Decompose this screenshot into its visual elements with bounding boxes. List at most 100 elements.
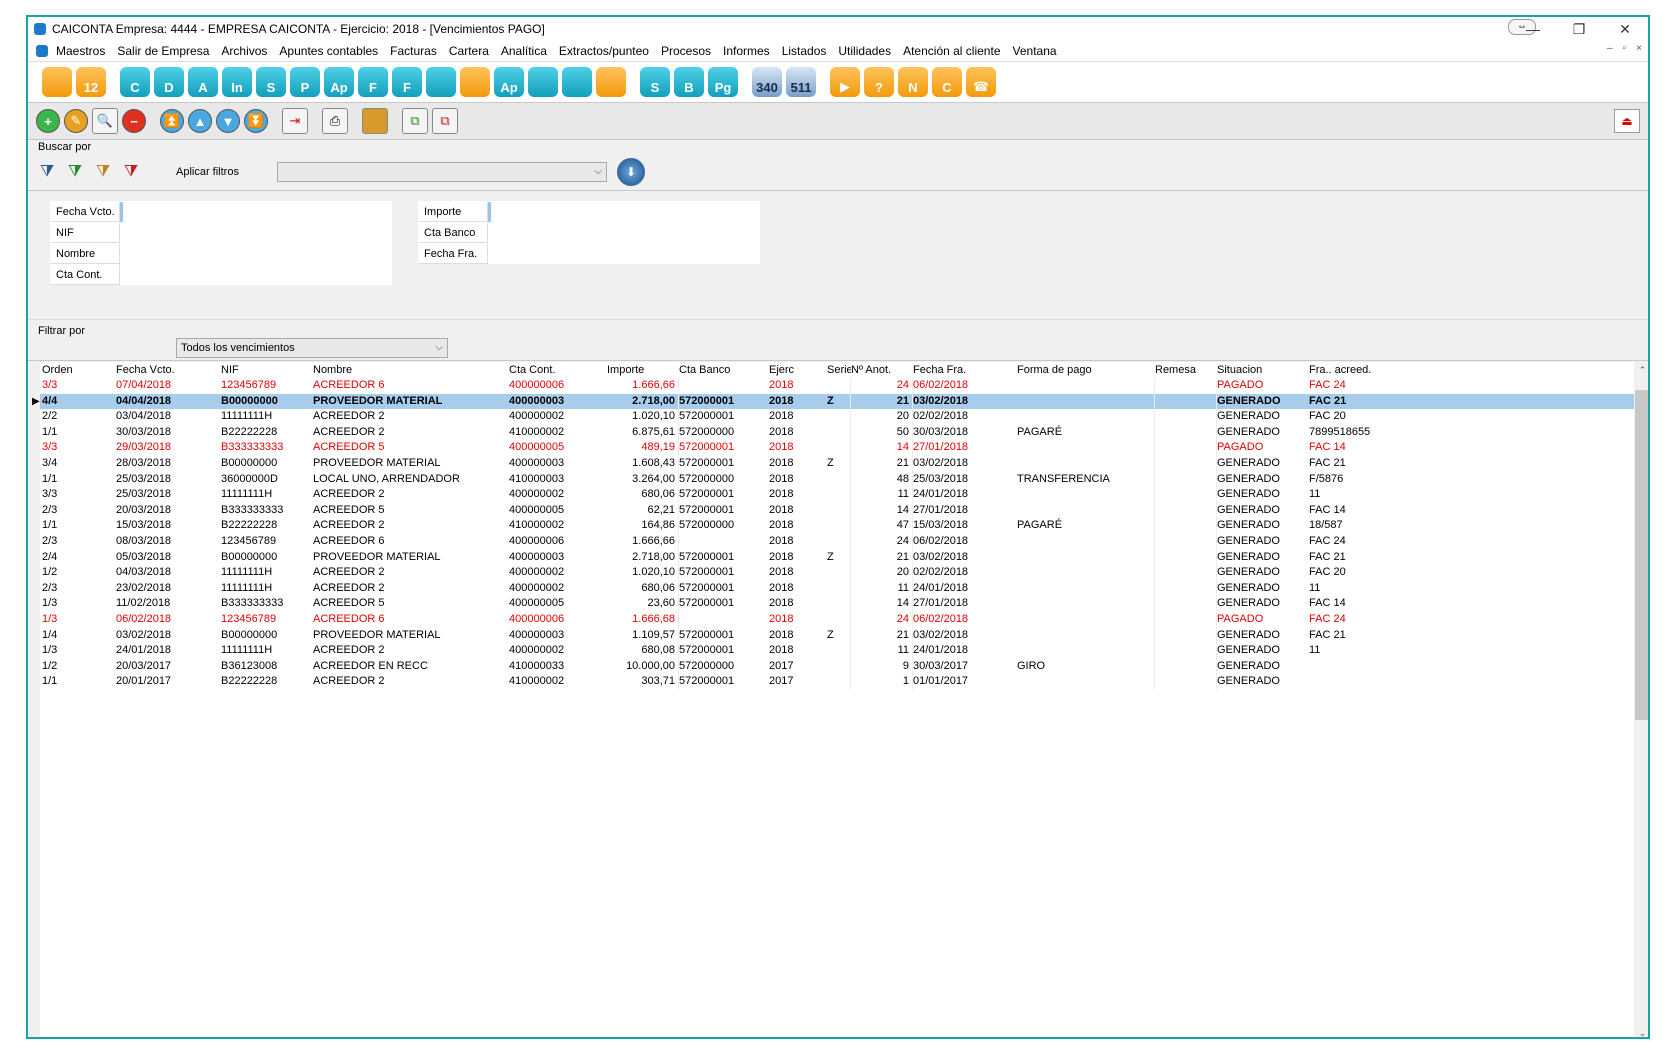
menu-informes[interactable]: Informes xyxy=(723,44,770,58)
table-row[interactable]: 2/4 05/03/2018 B00000000 PROVEEDOR MATERIAL… xyxy=(40,549,1648,566)
menu-analitica[interactable]: Analítica xyxy=(501,44,547,58)
search-field-nif[interactable]: NIF xyxy=(50,222,392,243)
calendar-icon[interactable]: 12 xyxy=(76,67,106,97)
clients-icon[interactable]: C xyxy=(120,67,150,97)
scroll-down-icon[interactable]: ⌄ xyxy=(1634,1025,1648,1037)
model-511-icon[interactable]: 511 xyxy=(786,67,816,97)
menu-cartera[interactable]: Cartera xyxy=(449,44,489,58)
importe-input[interactable] xyxy=(488,201,760,222)
menu-ventana[interactable]: Ventana xyxy=(1013,44,1057,58)
ap2-icon[interactable]: Ap xyxy=(494,67,524,97)
f-icon[interactable]: F xyxy=(358,67,388,97)
copy-remove-icon[interactable]: ⧉ xyxy=(432,108,458,134)
clipboard-icon[interactable] xyxy=(596,67,626,97)
clipboard-icon[interactable] xyxy=(362,108,388,134)
print-icon[interactable]: ⎙ xyxy=(322,108,348,134)
a-icon[interactable]: A xyxy=(188,67,218,97)
table-row[interactable]: 1/3 24/01/2018 11111111H ACREEDOR 2 40000000… xyxy=(40,643,1648,659)
minimize-button[interactable]: — xyxy=(1510,21,1556,37)
table-row[interactable]: 3/3 07/04/2018 123456789 ACREEDOR 6 40000000… xyxy=(40,378,1648,394)
column-header[interactable]: Cta Cont. xyxy=(509,362,607,378)
blank-doc-icon[interactable] xyxy=(42,67,72,97)
b-icon[interactable]: B xyxy=(674,67,704,97)
table-row[interactable]: 1/1 30/03/2018 B22222228 ACREEDOR 2 41000000… xyxy=(40,424,1648,441)
mdi-close-button[interactable]: × xyxy=(1636,43,1642,54)
column-header[interactable]: NIF xyxy=(221,362,313,378)
next-record-icon[interactable]: ▼ xyxy=(216,109,240,133)
dh-icon[interactable] xyxy=(528,67,558,97)
table-row[interactable]: 3/3 25/03/2018 11111111H ACREEDOR 2 40000000… xyxy=(40,487,1648,503)
column-header[interactable]: Cta Banco xyxy=(679,362,769,378)
download-filter-icon[interactable]: ⬇ xyxy=(616,158,645,186)
help-icon[interactable]: ? xyxy=(864,67,894,97)
menu-archivos[interactable]: Archivos xyxy=(221,44,267,58)
first-record-icon[interactable]: ⏫ xyxy=(160,109,184,133)
column-header[interactable]: Serie xyxy=(827,362,851,378)
play-icon[interactable]: ▶ xyxy=(830,67,860,97)
exit-screen-icon[interactable]: ⏏ xyxy=(1614,109,1640,133)
support-icon[interactable]: ☎ xyxy=(966,67,996,97)
fecha-fra-input[interactable] xyxy=(488,244,760,264)
table-row[interactable]: 1/2 20/03/2017 B36123008 ACREEDOR EN RECC 41… xyxy=(40,658,1648,675)
table-row[interactable]: 1/4 03/02/2018 B00000000 PROVEEDOR MATERIAL… xyxy=(40,627,1648,644)
search-field-importe[interactable]: Importe xyxy=(418,201,760,222)
search-field-cta-banco[interactable]: Cta Banco xyxy=(418,222,760,243)
export-icon[interactable]: ⇥ xyxy=(282,108,308,134)
menu-maestros[interactable]: Maestros xyxy=(56,44,105,58)
vertical-scrollbar[interactable]: ⌃ ⌄ xyxy=(1634,362,1648,1037)
filter-by-select[interactable]: Todos los vencimientos ⌵ xyxy=(176,338,448,358)
menu-utilidades[interactable]: Utilidades xyxy=(838,44,891,58)
ap-icon[interactable]: Ap xyxy=(324,67,354,97)
n-icon[interactable]: N xyxy=(898,67,928,97)
filter-edit-icon[interactable]: ⧩ xyxy=(90,159,116,185)
table-row[interactable]: 1/2 04/03/2018 11111111H ACREEDOR 2 40000000… xyxy=(40,565,1648,581)
model-340-icon[interactable]: 340 xyxy=(752,67,782,97)
column-header[interactable]: Orden xyxy=(40,362,116,378)
menu-apuntes-contables[interactable]: Apuntes contables xyxy=(279,44,378,58)
menu-listados[interactable]: Listados xyxy=(782,44,827,58)
menu-extractos-punteo[interactable]: Extractos/punteo xyxy=(559,44,649,58)
f2-icon[interactable]: F xyxy=(392,67,422,97)
mdi-minimize-button[interactable]: – xyxy=(1607,43,1613,54)
nombre-input[interactable] xyxy=(120,244,392,264)
column-header[interactable]: Fecha Vcto. xyxy=(116,362,221,378)
menu-facturas[interactable]: Facturas xyxy=(390,44,437,58)
mdi-restore-button[interactable]: ▫ xyxy=(1623,43,1627,54)
column-header[interactable]: Forma de pago xyxy=(1017,362,1155,378)
table-row[interactable]: 1/3 06/02/2018 123456789 ACREEDOR 6 40000000… xyxy=(40,611,1648,628)
menu-salir-empresa[interactable]: Salir de Empresa xyxy=(117,44,209,58)
table-row[interactable]: 1/1 20/01/2017 B22222228 ACREEDOR 2 41000000… xyxy=(40,674,1648,690)
search-field-fecha-fra[interactable]: Fecha Fra. xyxy=(418,243,760,264)
column-header[interactable]: Importe xyxy=(607,362,679,378)
table-row[interactable]: 1/3 11/02/2018 B333333333 ACREEDOR 5 4000000… xyxy=(40,596,1648,612)
restore-button[interactable]: ❐ xyxy=(1556,21,1602,38)
nif-input[interactable] xyxy=(120,223,392,243)
d-icon[interactable]: D xyxy=(154,67,184,97)
search-field-fecha-vcto[interactable]: Fecha Vcto. xyxy=(50,201,392,222)
filter-add-icon[interactable]: ⧩ xyxy=(62,159,88,185)
table-row[interactable]: 2/3 23/02/2018 11111111H ACREEDOR 2 40000000… xyxy=(40,580,1648,597)
previous-record-icon[interactable]: ▲ xyxy=(188,109,212,133)
menu-procesos[interactable]: Procesos xyxy=(661,44,711,58)
search-field-cta-cont[interactable]: Cta Cont. xyxy=(50,264,392,285)
table-row-selected[interactable]: ▶ 4/4 04/04/2018 B00000000 PROVEEDOR MATERIA… xyxy=(32,393,1648,410)
column-header[interactable]: Fra.. acreed. xyxy=(1309,362,1429,378)
apply-filters-combo[interactable]: ⌵ xyxy=(276,162,607,182)
column-header[interactable]: Fecha Fra. xyxy=(913,362,1017,378)
table-row[interactable]: 2/3 20/03/2018 B333333333 ACREEDOR 5 4000000… xyxy=(40,502,1648,519)
add-icon[interactable]: + xyxy=(36,109,60,133)
lock-icon[interactable] xyxy=(562,67,592,97)
column-header[interactable]: Nombre xyxy=(313,362,509,378)
ss-icon[interactable]: S xyxy=(640,67,670,97)
table-row[interactable]: 2/3 08/03/2018 123456789 ACREEDOR 6 40000000… xyxy=(40,533,1648,550)
fecha-vcto-input[interactable] xyxy=(120,201,392,222)
coin2-icon[interactable] xyxy=(460,67,490,97)
table-row[interactable]: 1/1 15/03/2018 B22222228 ACREEDOR 2 41000000… xyxy=(40,518,1648,534)
table-row[interactable]: 2/2 03/04/2018 11111111H ACREEDOR 2 40000000… xyxy=(40,409,1648,425)
filter-icon[interactable]: ⧩ xyxy=(34,159,60,185)
table-row[interactable]: 3/4 28/03/2018 B00000000 PROVEEDOR MATERIAL… xyxy=(40,455,1648,472)
edit-icon[interactable]: ✎ xyxy=(64,109,88,133)
cta-banco-input[interactable] xyxy=(488,223,760,243)
pg-icon[interactable]: Pg xyxy=(708,67,738,97)
copy-add-icon[interactable]: ⧉ xyxy=(402,108,428,134)
